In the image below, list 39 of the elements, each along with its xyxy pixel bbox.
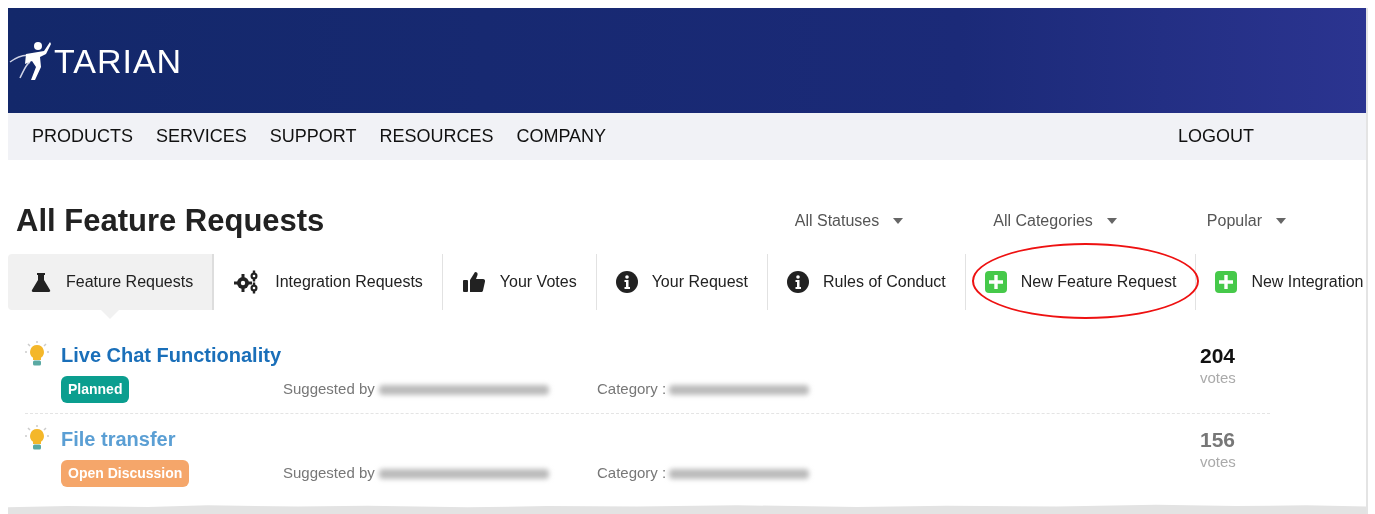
votes-label: votes	[1200, 452, 1237, 473]
suggested-by-label: Suggested by	[283, 463, 375, 484]
tab[interactable]: New Integration	[1196, 254, 1366, 311]
tab[interactable]: Your Votes	[442, 254, 597, 311]
logout-link[interactable]: LOGOUT	[1178, 123, 1254, 150]
thumbs-up-icon	[461, 271, 486, 294]
request-title-link[interactable]: Live Chat Functionality	[61, 344, 282, 367]
caret-icon	[1276, 217, 1286, 224]
flask-icon	[30, 271, 52, 294]
category-label: Category :	[597, 463, 667, 484]
lightbulb-icon	[25, 425, 49, 452]
info-icon	[615, 271, 638, 294]
status-badge: Planned	[61, 376, 130, 404]
tab[interactable]: New Feature Request	[965, 254, 1197, 311]
nav-link[interactable]: COMPANY	[516, 123, 607, 150]
lightbulb-icon	[25, 341, 49, 368]
filter-dropdown[interactable]: All Categories	[993, 208, 1117, 233]
logo-text: TARIAN	[54, 43, 183, 78]
info-icon	[787, 271, 810, 294]
status-badge: Open Discussion	[61, 460, 190, 488]
tab[interactable]: Integration Requests	[214, 254, 443, 311]
vote-count: 204	[1200, 344, 1237, 368]
votes-label: votes	[1200, 368, 1237, 389]
caret-icon	[893, 217, 904, 224]
page-title: All Feature Requests	[16, 202, 325, 240]
nav-link[interactable]: RESOURCES	[379, 123, 494, 150]
tab[interactable]: Your Request	[596, 254, 769, 311]
plus-icon	[984, 271, 1007, 294]
vote-count: 156	[1200, 428, 1237, 452]
plus-icon	[1215, 271, 1238, 294]
category-label: Category :	[597, 379, 667, 400]
suggested-by-label: Suggested by	[283, 379, 375, 400]
nav-link[interactable]: PRODUCTS	[32, 123, 133, 150]
filter-dropdown[interactable]: Popular	[1206, 208, 1286, 233]
nav-link[interactable]: SUPPORT	[269, 123, 357, 150]
filter-dropdown[interactable]: All Statuses	[794, 208, 904, 233]
tab[interactable]: Rules of Conduct	[768, 254, 966, 311]
caret-icon	[1106, 217, 1117, 224]
nav-link[interactable]: SERVICES	[156, 123, 247, 150]
